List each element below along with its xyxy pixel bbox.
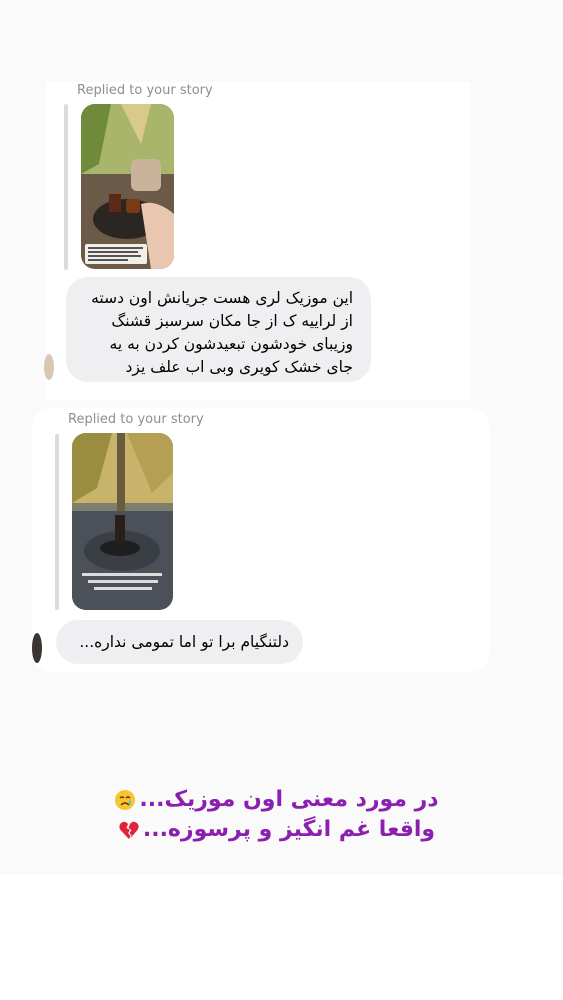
quote-line — [55, 434, 59, 610]
sender-avatar[interactable] — [44, 354, 54, 380]
crying-face-emoji-icon — [114, 789, 136, 811]
replied-to-story-label: Replied to your story — [68, 412, 204, 427]
bottom-background — [0, 875, 563, 1000]
message-card-1: Replied to your story این موزیک لری هست … — [44, 82, 470, 400]
quote-line — [64, 104, 68, 270]
avatar-icon — [44, 354, 54, 380]
story-photo-icon — [81, 104, 174, 269]
story-thumbnail-1[interactable] — [81, 104, 174, 269]
caption-line-2: واقعا غم انگیز و پرسوزه... — [60, 815, 490, 845]
caption-text-2: واقعا غم انگیز و پرسوزه... — [142, 817, 436, 842]
message-card-2: Replied to your story دلتنگیام برا تو ام… — [32, 408, 490, 672]
sender-avatar[interactable] — [32, 633, 42, 663]
replied-to-story-label: Replied to your story — [77, 83, 213, 98]
caption-text-1: در مورد معنی اون موزیک... — [139, 787, 439, 812]
avatar-icon — [32, 633, 42, 663]
story-thumbnail-2[interactable] — [72, 433, 173, 610]
message-bubble-1[interactable]: این موزیک لری هست جریانش اون دسته از لرا… — [66, 277, 371, 382]
broken-heart-emoji-icon — [118, 819, 140, 841]
caption-line-1: در مورد معنی اون موزیک... — [60, 785, 490, 815]
story-photo-icon — [72, 433, 173, 610]
message-bubble-2[interactable]: دلتنگیام برا تو اما تمومی نداره... — [56, 620, 303, 664]
